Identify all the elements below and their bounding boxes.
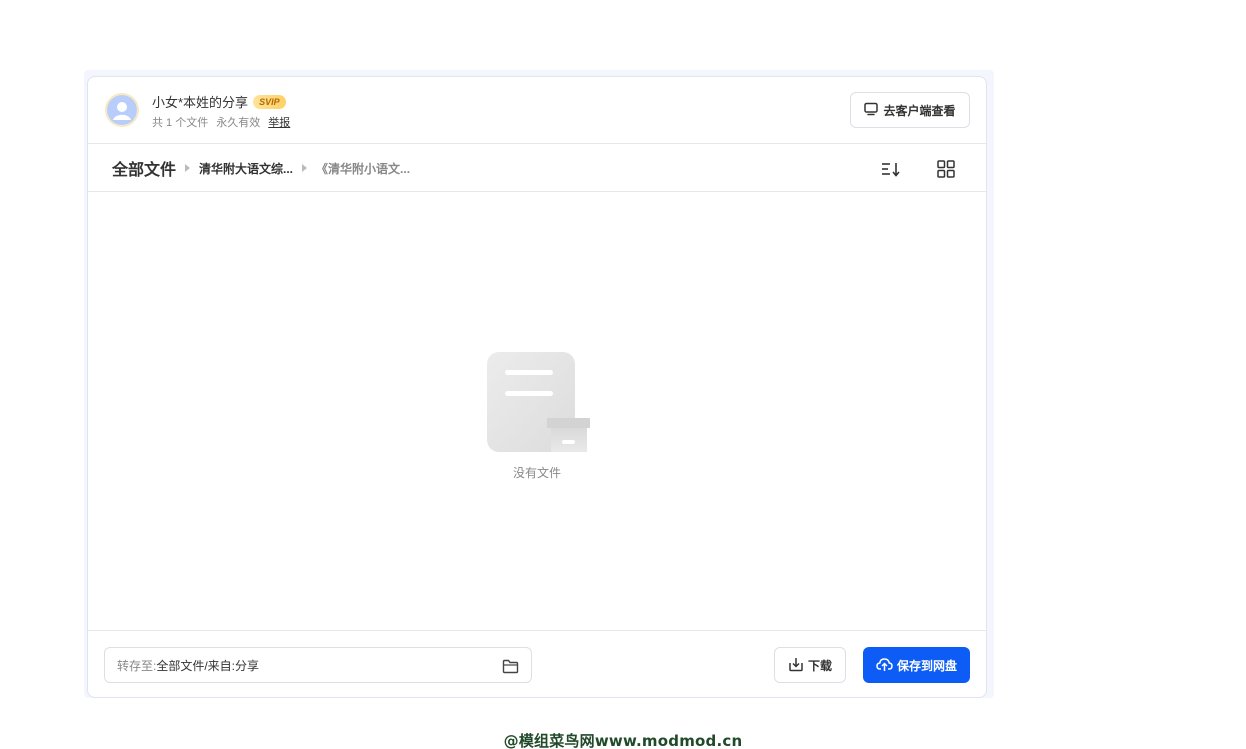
cloud-upload-icon xyxy=(876,656,893,675)
save-path-value: 全部文件/来自:分享 xyxy=(156,658,260,673)
download-button[interactable]: 下载 xyxy=(774,647,846,683)
watermark: @模组菜鸟网www.modmod.cn xyxy=(503,732,743,749)
download-icon xyxy=(788,656,804,675)
sort-icon[interactable] xyxy=(880,158,902,180)
breadcrumb: 全部文件 清华附大语文综... 《清华附小语文... xyxy=(112,144,410,192)
monitor-icon xyxy=(864,102,879,119)
save-to-netdisk-label: 保存到网盘 xyxy=(896,658,957,673)
download-label: 下载 xyxy=(807,658,832,673)
open-client-label: 去客户端查看 xyxy=(883,103,956,118)
svip-badge: SVIP xyxy=(253,94,286,109)
validity: 永久有效 xyxy=(216,117,261,129)
breadcrumb-separator-icon xyxy=(185,164,191,172)
share-meta: 共 1 个文件 永久有效 举报 xyxy=(152,114,290,130)
breadcrumb-current: 《清华附小语文... xyxy=(316,161,411,176)
empty-state-text: 没有文件 xyxy=(512,466,561,480)
breadcrumb-root[interactable]: 全部文件 xyxy=(112,156,176,180)
save-path-label: 转存至: xyxy=(117,658,157,673)
share-footer: 转存至: 全部文件/来自:分享 下载 保存到网盘 xyxy=(88,630,986,697)
file-toolbar: 全部文件 清华附大语文综... 《清华附小语文... xyxy=(88,144,986,192)
sharer-info: 小女*本姓的分享 SVIP xyxy=(152,92,286,111)
save-path-selector[interactable]: 转存至: 全部文件/来自:分享 xyxy=(104,647,532,683)
open-client-button[interactable]: 去客户端查看 xyxy=(850,92,970,128)
share-card: 小女*本姓的分享 SVIP 共 1 个文件 永久有效 举报 去客户端查看 全部文… xyxy=(87,76,987,698)
breadcrumb-item[interactable]: 清华附大语文综... xyxy=(199,160,293,177)
empty-state: 没有文件 xyxy=(88,192,986,630)
save-to-netdisk-button[interactable]: 保存到网盘 xyxy=(863,647,970,683)
breadcrumb-separator-icon xyxy=(302,164,308,172)
report-link[interactable]: 举报 xyxy=(268,114,290,130)
folder-icon[interactable] xyxy=(501,657,519,675)
share-header: 小女*本姓的分享 SVIP 共 1 个文件 永久有效 举报 去客户端查看 xyxy=(88,77,986,144)
sharer-name: 小女*本姓的分享 xyxy=(152,95,249,110)
grid-view-icon[interactable] xyxy=(935,158,957,180)
user-avatar-icon xyxy=(105,93,139,127)
file-count: 共 1 个文件 xyxy=(152,117,209,129)
empty-folder-illustration xyxy=(485,350,591,454)
